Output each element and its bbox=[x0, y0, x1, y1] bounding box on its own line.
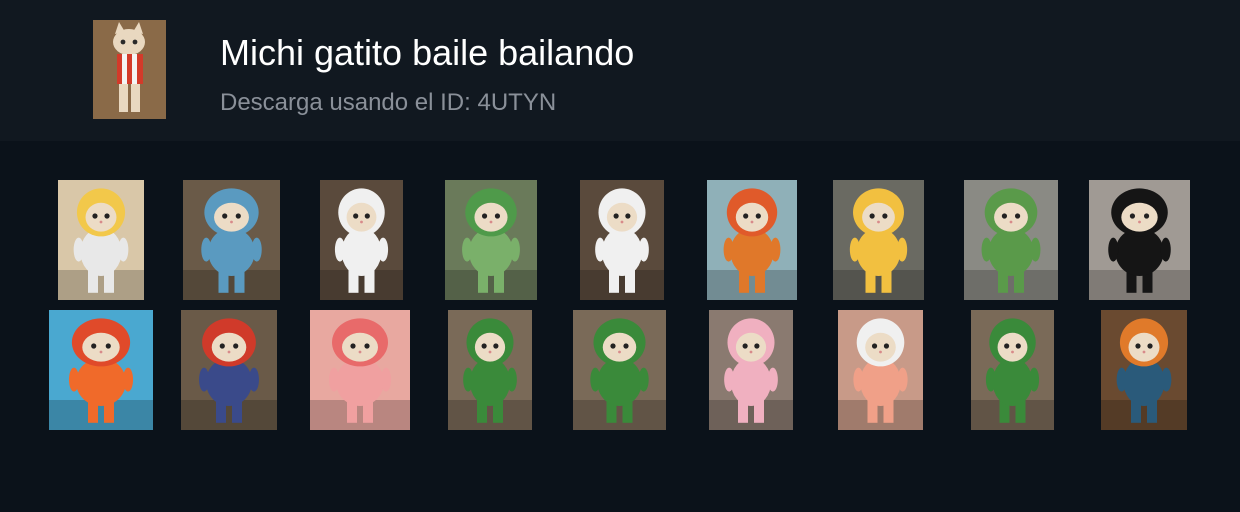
costumed-cat-image bbox=[573, 310, 666, 430]
costumed-cat-image bbox=[1089, 180, 1190, 300]
costumed-cat-image bbox=[445, 180, 537, 300]
costumed-cat-image bbox=[49, 310, 153, 430]
sticker-tile[interactable] bbox=[580, 180, 664, 300]
sticker-tile[interactable] bbox=[971, 310, 1054, 430]
costumed-cat-image bbox=[971, 310, 1054, 430]
costumed-cat-image bbox=[183, 180, 280, 300]
costumed-cat-image bbox=[1101, 310, 1187, 430]
sticker-tile[interactable] bbox=[709, 310, 793, 430]
costumed-cat-image bbox=[709, 310, 793, 430]
sticker-tile[interactable] bbox=[310, 310, 410, 430]
costumed-cat-image bbox=[580, 180, 664, 300]
sticker-tile[interactable] bbox=[181, 310, 277, 430]
costumed-cat-image bbox=[320, 180, 403, 300]
costumed-cat-image bbox=[181, 310, 277, 430]
sticker-tile[interactable] bbox=[320, 180, 403, 300]
costumed-cat-image bbox=[310, 310, 410, 430]
costumed-cat-image bbox=[448, 310, 532, 430]
sticker-tile[interactable] bbox=[448, 310, 532, 430]
sticker-tile[interactable] bbox=[58, 180, 144, 300]
sticker-tile[interactable] bbox=[1089, 180, 1190, 300]
sticker-tile[interactable] bbox=[445, 180, 537, 300]
sticker-tile[interactable] bbox=[833, 180, 924, 300]
costumed-cat-image bbox=[707, 180, 797, 300]
sticker-tile[interactable] bbox=[573, 310, 666, 430]
costumed-cat-image bbox=[833, 180, 924, 300]
sticker-tile[interactable] bbox=[707, 180, 797, 300]
sticker-grid bbox=[0, 0, 1240, 512]
sticker-tile[interactable] bbox=[964, 180, 1058, 300]
sticker-tile[interactable] bbox=[183, 180, 280, 300]
sticker-tile[interactable] bbox=[1101, 310, 1187, 430]
sticker-tile[interactable] bbox=[49, 310, 153, 430]
sticker-tile[interactable] bbox=[838, 310, 923, 430]
costumed-cat-image bbox=[838, 310, 923, 430]
costumed-cat-image bbox=[964, 180, 1058, 300]
costumed-cat-image bbox=[58, 180, 144, 300]
